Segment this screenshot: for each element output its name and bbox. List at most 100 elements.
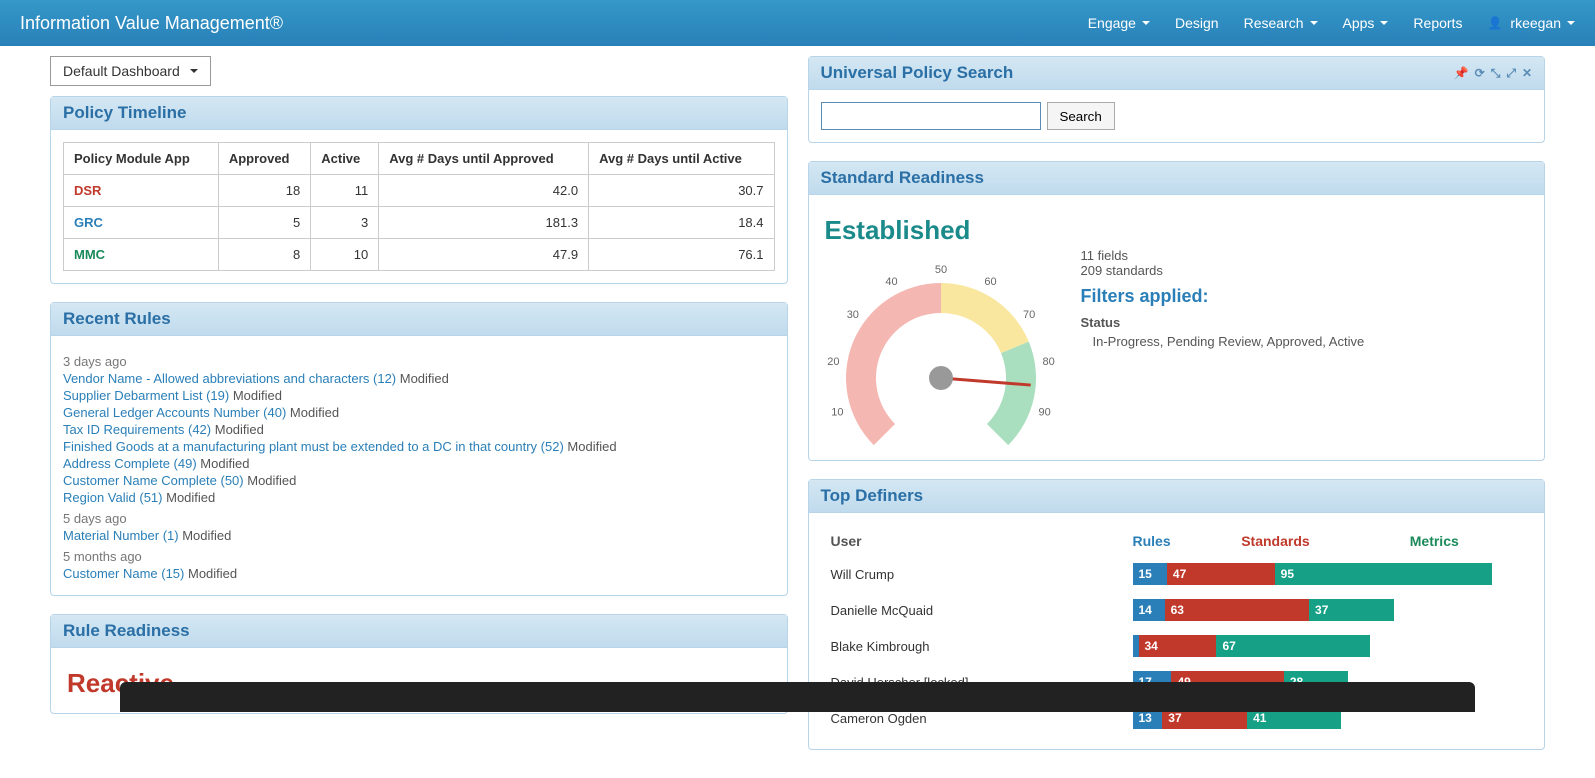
cell: 47.9 bbox=[379, 239, 589, 271]
rule-link[interactable]: Supplier Debarment List (19) bbox=[63, 388, 229, 403]
table-row: DSR 181142.030.7 bbox=[64, 175, 775, 207]
col-header: Active bbox=[311, 143, 379, 175]
app-link[interactable]: GRC bbox=[74, 215, 103, 230]
dashboard-selector[interactable]: Default Dashboard bbox=[50, 56, 211, 86]
cell: 181.3 bbox=[379, 207, 589, 239]
refresh-icon[interactable]: ⟳ bbox=[1475, 66, 1485, 81]
cell: 18 bbox=[218, 175, 310, 207]
search-input[interactable] bbox=[821, 102, 1041, 130]
rule-status: Modified bbox=[400, 371, 449, 386]
panel-tools: 📌 ⟳ ⤡ ⤢ ✕ bbox=[1454, 66, 1532, 81]
app-link[interactable]: MMC bbox=[74, 247, 105, 262]
table-row: Blake Kimbrough 13467 bbox=[823, 629, 1531, 663]
col-header: Policy Module App bbox=[64, 143, 219, 175]
nav-label: Design bbox=[1175, 15, 1219, 31]
rule-status: Modified bbox=[247, 473, 296, 488]
rule-time: 5 months ago bbox=[63, 549, 775, 564]
svg-text:70: 70 bbox=[1023, 309, 1035, 321]
bar-standards: 47 bbox=[1167, 563, 1275, 585]
search-button[interactable]: Search bbox=[1047, 102, 1115, 130]
bar-standards: 34 bbox=[1139, 635, 1217, 657]
rule-link[interactable]: General Ledger Accounts Number (40) bbox=[63, 405, 286, 420]
nav-user[interactable]: rkeegan bbox=[1487, 15, 1575, 31]
cell: 5 bbox=[218, 207, 310, 239]
panel-header: Top Definers bbox=[809, 480, 1545, 513]
cell: 10 bbox=[311, 239, 379, 271]
app-link[interactable]: DSR bbox=[74, 183, 101, 198]
rule-line: Material Number (1) Modified bbox=[63, 528, 775, 543]
svg-text:60: 60 bbox=[984, 276, 996, 288]
rule-line: Supplier Debarment List (19) Modified bbox=[63, 388, 775, 403]
nav-research[interactable]: Research bbox=[1244, 15, 1318, 31]
table-row: Will Crump154795 bbox=[823, 557, 1531, 591]
rule-link[interactable]: Customer Name (15) bbox=[63, 566, 184, 581]
rule-link[interactable]: Address Complete (49) bbox=[63, 456, 197, 471]
user-cell: Blake Kimbrough bbox=[823, 629, 1123, 663]
policy-timeline-table: Policy Module AppApprovedActiveAvg # Day… bbox=[63, 142, 775, 271]
nav-apps[interactable]: Apps bbox=[1343, 15, 1389, 31]
caret-down-icon bbox=[1142, 21, 1150, 25]
col-header: Approved bbox=[218, 143, 310, 175]
bar-row: 154795 bbox=[1133, 563, 1523, 585]
rule-link[interactable]: Tax ID Requirements (42) bbox=[63, 422, 211, 437]
panel-title: Top Definers bbox=[821, 486, 924, 506]
rule-time: 3 days ago bbox=[63, 354, 775, 369]
rule-status: Modified bbox=[166, 490, 215, 505]
panel-header: Recent Rules bbox=[51, 303, 787, 336]
col-header: Avg # Days until Approved bbox=[379, 143, 589, 175]
nav-label: Research bbox=[1244, 15, 1304, 31]
cell: 18.4 bbox=[589, 207, 774, 239]
svg-text:10: 10 bbox=[831, 407, 843, 419]
rule-line: Tax ID Requirements (42) Modified bbox=[63, 422, 775, 437]
bar-metrics: 67 bbox=[1216, 635, 1370, 657]
svg-text:30: 30 bbox=[846, 309, 858, 321]
nav-reports[interactable]: Reports bbox=[1413, 15, 1462, 31]
rule-link[interactable]: Region Valid (51) bbox=[63, 490, 162, 505]
caret-down-icon bbox=[1310, 21, 1318, 25]
nav-items: Engage Design Research Apps Reports rkeegan bbox=[1088, 15, 1575, 31]
rule-time: 5 days ago bbox=[63, 511, 775, 526]
rule-status: Modified bbox=[215, 422, 264, 437]
cell: 42.0 bbox=[379, 175, 589, 207]
table-row: Danielle McQuaid146337 bbox=[823, 593, 1531, 627]
rule-link[interactable]: Customer Name Complete (50) bbox=[63, 473, 244, 488]
nav-design[interactable]: Design bbox=[1175, 15, 1219, 31]
brand: Information Value Management® bbox=[20, 13, 1088, 34]
policy-timeline-panel: Policy Timeline Policy Module AppApprove… bbox=[50, 96, 788, 284]
readiness-meta: 11 fields 209 standards Filters applied:… bbox=[1081, 248, 1365, 448]
rule-line: Vendor Name - Allowed abbreviations and … bbox=[63, 371, 775, 386]
panel-title: Policy Timeline bbox=[63, 103, 186, 123]
rule-status: Modified bbox=[182, 528, 231, 543]
panel-title: Standard Readiness bbox=[821, 168, 984, 188]
standard-readiness-status: Established bbox=[825, 215, 1533, 246]
panel-header: Rule Readiness bbox=[51, 615, 787, 648]
nav-engage[interactable]: Engage bbox=[1088, 15, 1150, 31]
bar-standards: 63 bbox=[1165, 599, 1309, 621]
cell: 30.7 bbox=[589, 175, 774, 207]
filter-label: Status bbox=[1081, 315, 1365, 330]
nav-label: Reports bbox=[1413, 15, 1462, 31]
rule-line: Region Valid (51) Modified bbox=[63, 490, 775, 505]
standard-readiness-panel: Standard Readiness Established 010203040… bbox=[808, 161, 1546, 461]
bar-row: 146337 bbox=[1133, 599, 1523, 621]
col-header: Avg # Days until Active bbox=[589, 143, 774, 175]
caret-down-icon bbox=[190, 69, 198, 73]
rule-link[interactable]: Finished Goods at a manufacturing plant … bbox=[63, 439, 564, 454]
rule-link[interactable]: Material Number (1) bbox=[63, 528, 179, 543]
rule-status: Modified bbox=[200, 456, 249, 471]
bar-rules: 14 bbox=[1133, 599, 1165, 621]
bar-rules: 15 bbox=[1133, 563, 1167, 585]
pin-icon[interactable]: 📌 bbox=[1454, 66, 1469, 81]
svg-text:50: 50 bbox=[934, 264, 946, 276]
nav-label: Engage bbox=[1088, 15, 1136, 31]
close-icon[interactable]: ✕ bbox=[1522, 66, 1532, 81]
taskbar bbox=[120, 682, 1475, 712]
bar-row: 13467 bbox=[1133, 635, 1523, 657]
panel-header: Policy Timeline bbox=[51, 97, 787, 130]
expand-icon[interactable]: ⤢ bbox=[1506, 66, 1516, 81]
collapse-icon[interactable]: ⤡ bbox=[1491, 66, 1501, 81]
rule-link[interactable]: Vendor Name - Allowed abbreviations and … bbox=[63, 371, 396, 386]
dashboard-label: Default Dashboard bbox=[63, 63, 180, 79]
cell: 11 bbox=[311, 175, 379, 207]
panel-header: Universal Policy Search 📌 ⟳ ⤡ ⤢ ✕ bbox=[809, 57, 1545, 90]
